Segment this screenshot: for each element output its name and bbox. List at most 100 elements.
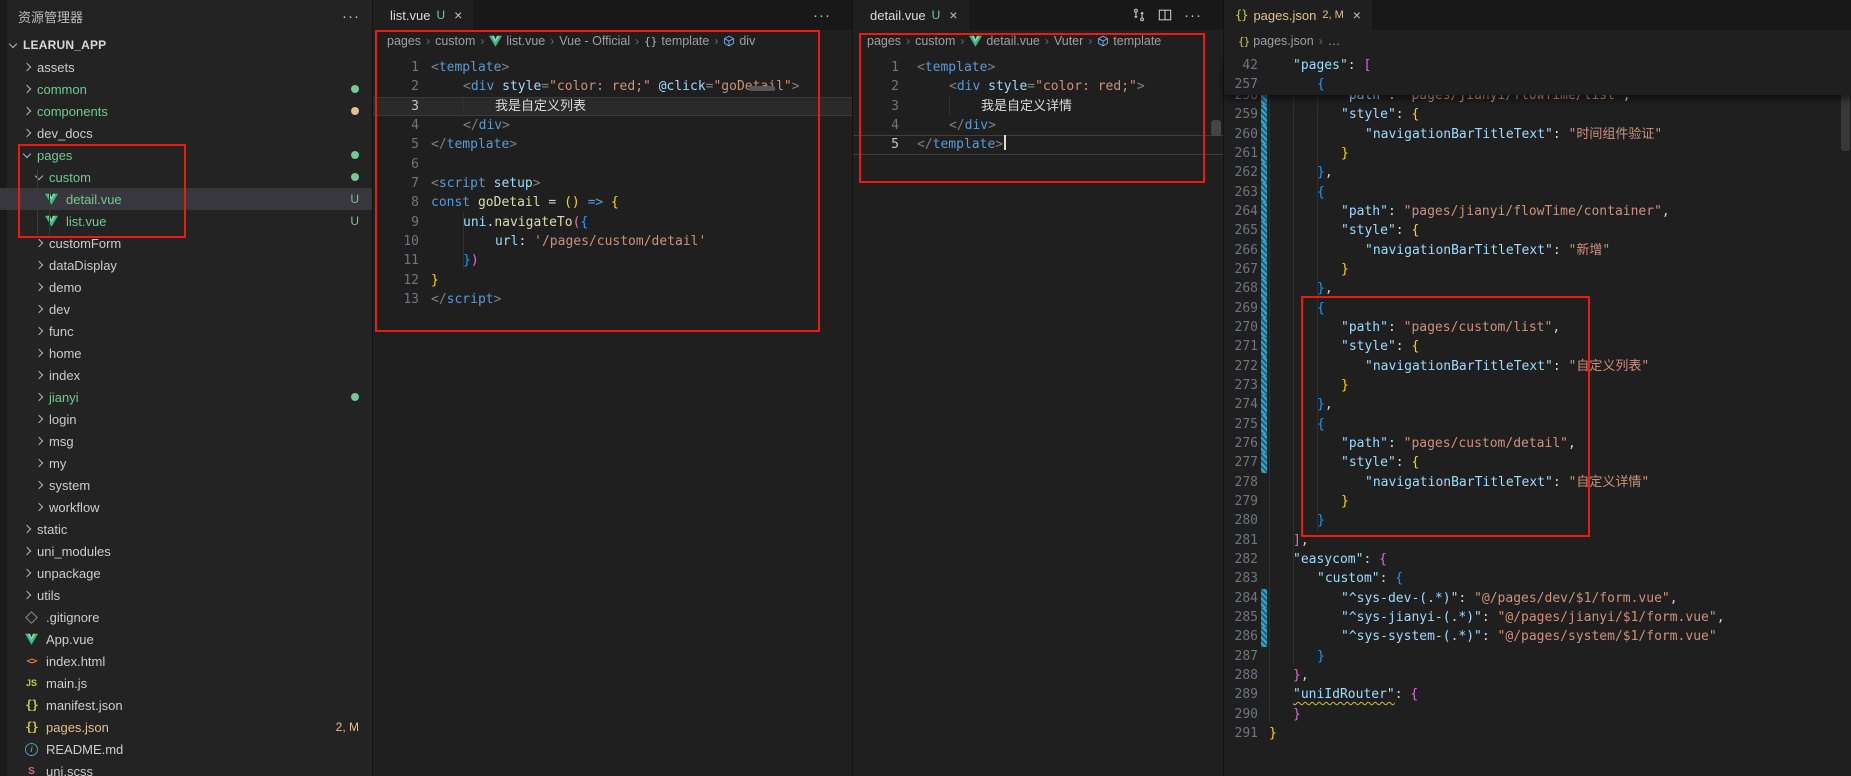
code-line-280[interactable]: 280} [1224,511,1851,530]
tree-item-manifest.json[interactable]: {}manifest.json [0,694,372,716]
breadcrumb-item[interactable]: Vuter [1054,34,1083,48]
tree-item-system[interactable]: system [0,474,372,496]
code-line-13[interactable]: 13</script> [373,290,853,309]
tree-item-dev[interactable]: dev [0,298,372,320]
tree-item-customForm[interactable]: customForm [0,232,372,254]
tree-item-index[interactable]: index [0,364,372,386]
code-line-288[interactable]: 288}, [1224,666,1851,685]
code-line-274[interactable]: 274}, [1224,395,1851,414]
code-line-275[interactable]: 275{ [1224,415,1851,434]
code-line-259[interactable]: 259"style": { [1224,105,1851,124]
tree-item-pages.json[interactable]: {}pages.json2, M [0,716,372,738]
code-line-272[interactable]: 272"navigationBarTitleText": "自定义列表" [1224,357,1851,376]
code-line-42[interactable]: 42"pages": [ [1224,56,1851,75]
breadcrumb-item[interactable]: Vue - Official [559,34,630,48]
tree-item-workflow[interactable]: workflow [0,496,372,518]
code-line-283[interactable]: 283"custom": { [1224,569,1851,588]
open-changes-icon[interactable] [1132,8,1146,22]
code-line-3[interactable]: 3我是自定义详情 [853,97,1224,116]
breadcrumb-item[interactable]: … [1328,34,1341,48]
tree-item-list.vue[interactable]: list.vueU [0,210,372,232]
breadcrumb-item[interactable]: detail.vue [969,34,1040,48]
code-line-7[interactable]: 7<script setup> [373,174,853,193]
code-editor-list-vue[interactable]: 1<template>2<div style="color: red;" @cl… [373,52,853,309]
code-line-6[interactable]: 6 [373,155,853,174]
code-line-284[interactable]: 284"^sys-dev-(.*)": "@/pages/dev/$1/form… [1224,589,1851,608]
code-line-266[interactable]: 266"navigationBarTitleText": "新增" [1224,241,1851,260]
tree-item-main.js[interactable]: JSmain.js [0,672,372,694]
tree-item-dev_docs[interactable]: dev_docs [0,122,372,144]
code-line-260[interactable]: 260"navigationBarTitleText": "时间组件验证" [1224,125,1851,144]
breadcrumb-item[interactable]: custom [435,34,475,48]
tree-item-my[interactable]: my [0,452,372,474]
code-line-270[interactable]: 270"path": "pages/custom/list", [1224,318,1851,337]
tab-pages-json[interactable]: {} pages.json 2, M × [1224,0,1372,30]
tree-item-pages[interactable]: pages [0,144,372,166]
code-line-265[interactable]: 265"style": { [1224,221,1851,240]
tree-item-msg[interactable]: msg [0,430,372,452]
code-line-287[interactable]: 287} [1224,647,1851,666]
code-line-8[interactable]: 8const goDetail = () => { [373,193,853,212]
tree-item-index.html[interactable]: <>index.html [0,650,372,672]
code-line-2[interactable]: 2<div style="color: red;" @click="goDeta… [373,77,853,96]
code-line-269[interactable]: 269{ [1224,299,1851,318]
scrollbar-thumb[interactable] [1211,120,1221,136]
tree-item-uni_modules[interactable]: uni_modules [0,540,372,562]
code-line-278[interactable]: 278"navigationBarTitleText": "自定义详情" [1224,473,1851,492]
tree-item-components[interactable]: components [0,100,372,122]
code-line-10[interactable]: 10url: '/pages/custom/detail' [373,232,853,251]
code-line-5[interactable]: 5</template> [853,135,1224,154]
code-line-4[interactable]: 4</div> [853,116,1224,135]
close-icon[interactable]: × [454,7,462,23]
code-line-262[interactable]: 262}, [1224,163,1851,182]
code-line-282[interactable]: 282"easycom": { [1224,550,1851,569]
code-line-285[interactable]: 285"^sys-jianyi-(.*)": "@/pages/jianyi/$… [1224,608,1851,627]
explorer-more-icon[interactable]: ··· [342,8,360,25]
tree-item-unpackage[interactable]: unpackage [0,562,372,584]
code-line-268[interactable]: 268}, [1224,279,1851,298]
code-line-291[interactable]: 291} [1224,724,1851,743]
tree-item-common[interactable]: common [0,78,372,100]
code-editor-pages-json[interactable]: 258"path": "pages/jianyi/flowTime/list",… [1224,86,1851,743]
code-line-273[interactable]: 273} [1224,376,1851,395]
tree-item-login[interactable]: login [0,408,372,430]
breadcrumb-item[interactable]: {}template [644,34,709,48]
breadcrumb-item[interactable]: custom [915,34,955,48]
tree-item-jianyi[interactable]: jianyi [0,386,372,408]
tree-item-demo[interactable]: demo [0,276,372,298]
tree-item-detail.vue[interactable]: detail.vueU [0,188,372,210]
tab-list-vue[interactable]: list.vue U × [373,0,473,30]
code-line-267[interactable]: 267} [1224,260,1851,279]
split-editor-icon[interactable] [1158,8,1172,22]
more-actions-icon[interactable]: ··· [1184,7,1202,24]
code-line-277[interactable]: 277"style": { [1224,453,1851,472]
tree-root[interactable]: LEARUN_APP [0,34,372,56]
more-actions-icon[interactable]: ··· [813,7,831,24]
code-line-2[interactable]: 2<div style="color: red;"> [853,77,1224,96]
breadcrumb-item[interactable]: pages [867,34,901,48]
tree-item-static[interactable]: static [0,518,372,540]
tree-item-home[interactable]: home [0,342,372,364]
code-line-261[interactable]: 261} [1224,144,1851,163]
code-line-289[interactable]: 289"uniIdRouter": { [1224,685,1851,704]
code-line-11[interactable]: 11}) [373,251,853,270]
code-line-9[interactable]: 9uni.navigateTo({ [373,213,853,232]
code-line-1[interactable]: 1<template> [373,58,853,77]
close-icon[interactable]: × [949,7,957,23]
tab-detail-vue[interactable]: detail.vue U × [853,0,969,30]
tree-item-custom[interactable]: custom [0,166,372,188]
code-line-1[interactable]: 1<template> [853,58,1224,77]
breadcrumb-item[interactable]: div [723,34,755,48]
tree-item-uni.scss[interactable]: Suni.scss [0,760,372,776]
code-line-4[interactable]: 4</div> [373,116,853,135]
code-editor-detail-vue[interactable]: 1<template>2<div style="color: red;">3我是… [853,52,1224,155]
tree-item-assets[interactable]: assets [0,56,372,78]
code-line-281[interactable]: 281], [1224,531,1851,550]
tree-item-App.vue[interactable]: App.vue [0,628,372,650]
tree-item-README.md[interactable]: iREADME.md [0,738,372,760]
breadcrumb-item[interactable]: pages [387,34,421,48]
tree-item-func[interactable]: func [0,320,372,342]
sticky-scroll[interactable]: 42"pages": [257{ [1224,56,1851,95]
code-line-5[interactable]: 5</template> [373,135,853,154]
breadcrumb-item[interactable]: template [1097,34,1161,48]
